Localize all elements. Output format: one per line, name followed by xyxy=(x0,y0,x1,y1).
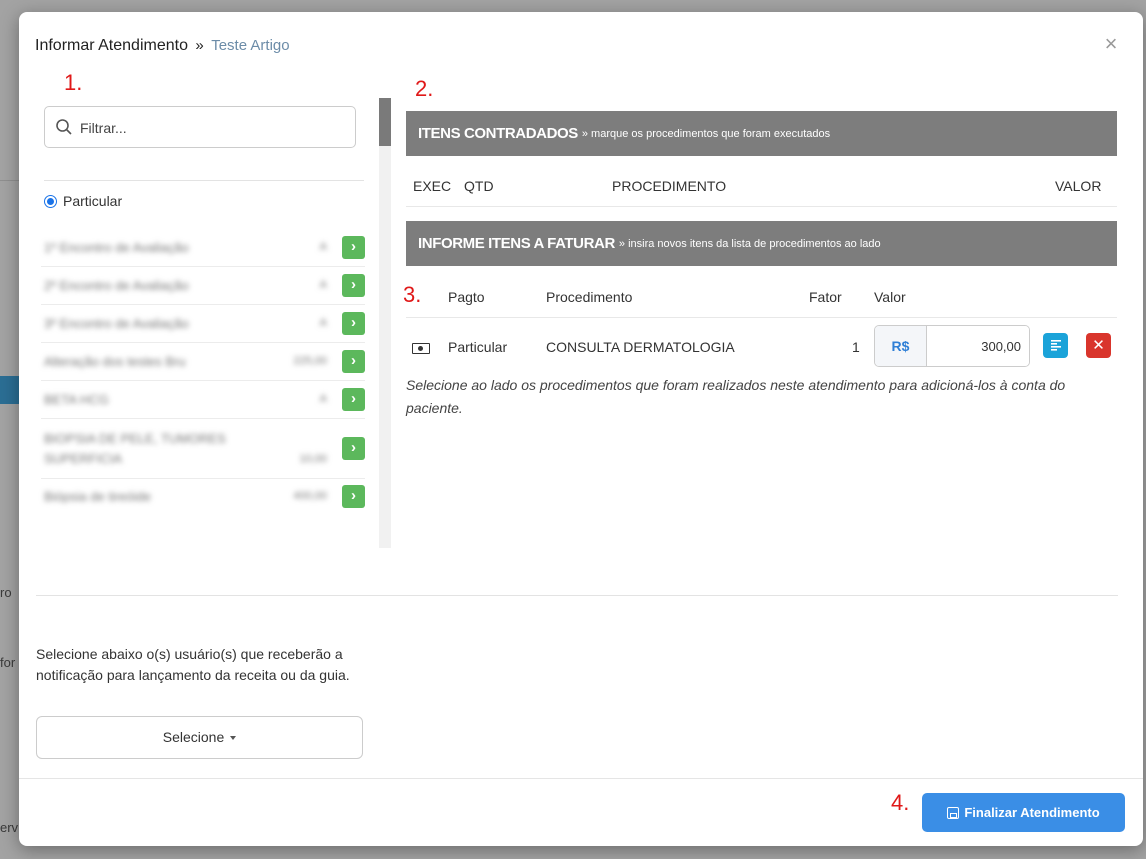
notes-button[interactable] xyxy=(1043,333,1068,358)
align-left-icon xyxy=(1050,340,1061,351)
add-procedure-button[interactable]: › xyxy=(342,350,365,373)
header-valor-billing: Valor xyxy=(874,289,906,305)
billing-items-note: » insira novos itens da lista de procedi… xyxy=(618,237,881,250)
value-input[interactable] xyxy=(928,326,1029,366)
header-procedimento-billing: Procedimento xyxy=(546,289,633,305)
header-qtd: QTD xyxy=(464,178,494,194)
marker-2: 2. xyxy=(415,76,434,101)
list-item: BIOPSIA DE PELE, TUMORES SUPERFICIA 10,0… xyxy=(41,419,365,479)
select-users-label: Selecione xyxy=(162,729,225,745)
marker-3: 3. xyxy=(403,282,422,307)
notification-instructions: Selecione abaixo o(s) usuário(s) que rec… xyxy=(36,646,350,683)
filter-field xyxy=(44,106,356,148)
list-item: 1º Encontro de Avaliação A › xyxy=(41,229,365,267)
procedure-price: A xyxy=(319,279,327,291)
add-procedure-button[interactable]: › xyxy=(342,437,365,460)
modal-title-text: Informar Atendimento xyxy=(35,37,188,54)
billing-items-bar: INFORME ITENS A FATURAR » insira novos i… xyxy=(406,221,1117,266)
procedure-list: 1º Encontro de Avaliação A › 2º Encontro… xyxy=(41,229,365,515)
table-divider xyxy=(406,317,1117,318)
section-divider xyxy=(36,595,1118,596)
procedure-name: Alteração dos testes Bru xyxy=(44,354,186,369)
header-procedimento: PROCEDIMENTO xyxy=(612,178,727,194)
modal-header: Informar Atendimento » Teste Artigo × xyxy=(19,12,1143,82)
background-divider xyxy=(0,180,20,181)
add-procedure-button[interactable]: › xyxy=(342,485,365,508)
header-fator: Fator xyxy=(809,289,842,305)
add-procedure-button[interactable]: › xyxy=(342,312,365,335)
procedure-price: A xyxy=(319,241,327,253)
radio-selected-icon[interactable] xyxy=(44,194,57,208)
procedure-name: BIOPSIA DE PELE, TUMORES SUPERFICIA xyxy=(44,431,226,466)
modal-subtitle: Teste Artigo xyxy=(211,37,290,54)
procedure-price: 225,00 xyxy=(293,355,327,367)
select-users-dropdown[interactable]: Selecione xyxy=(36,716,363,759)
radio-particular[interactable]: Particular xyxy=(44,193,122,209)
search-icon xyxy=(56,119,72,135)
background-fragment: for xyxy=(0,655,16,670)
close-icon: ✕ xyxy=(1092,337,1105,354)
radio-label: Particular xyxy=(63,193,123,209)
billing-items-title: INFORME ITENS A FATURAR xyxy=(418,235,615,252)
row-procedure: CONSULTA DERMATOLOGIA xyxy=(546,339,735,355)
contracted-items-bar: ITENS CONTRADADOS » marque os procedimen… xyxy=(406,111,1117,156)
currency-prefix: R$ xyxy=(875,326,927,366)
procedure-name: Biópsia de tireóide xyxy=(44,489,151,504)
contracted-items-title: ITENS CONTRADADOS xyxy=(418,125,578,142)
row-factor: 1 xyxy=(852,339,860,355)
value-field: R$ xyxy=(874,325,1030,367)
list-item: BETA HCG A › xyxy=(41,381,365,419)
finish-attendance-label: Finalizar Atendimento xyxy=(964,805,1100,820)
background-highlight xyxy=(0,376,20,404)
instruction-hint: Selecione ao lado os procedimentos que f… xyxy=(406,377,1066,416)
list-item: 2º Encontro de Avaliação A › xyxy=(41,267,365,305)
procedure-name: BETA HCG xyxy=(44,392,109,407)
procedure-name: 3º Encontro de Avaliação xyxy=(44,316,189,331)
marker-4: 4. xyxy=(891,790,910,815)
contracted-items-note: » marque os procedimentos que foram exec… xyxy=(581,127,831,140)
list-scrollbar-thumb[interactable] xyxy=(379,98,391,146)
marker-1: 1. xyxy=(64,70,83,95)
add-procedure-button[interactable]: › xyxy=(342,388,365,411)
procedure-price: 400,00 xyxy=(293,490,327,502)
list-item: 3º Encontro de Avaliação A › xyxy=(41,305,365,343)
title-separator: » xyxy=(195,37,204,54)
row-payment: Particular xyxy=(448,339,508,355)
background-fragment: erv xyxy=(0,820,19,835)
save-icon xyxy=(947,806,960,819)
close-icon[interactable]: × xyxy=(1101,33,1121,55)
header-pagto: Pagto xyxy=(448,289,485,305)
header-valor: VALOR xyxy=(1055,178,1102,194)
header-exec: EXEC xyxy=(413,178,452,194)
procedure-price: A xyxy=(319,317,327,329)
list-item: Alteração dos testes Bru 225,00 › xyxy=(41,343,365,381)
procedure-price: 10,00 xyxy=(299,453,327,465)
list-item: Biópsia de tireóide 400,00 › xyxy=(41,479,365,515)
footer-divider xyxy=(19,778,1143,779)
list-scrollbar-track[interactable] xyxy=(379,98,391,548)
table-divider xyxy=(406,206,1117,207)
money-icon xyxy=(412,343,430,354)
filter-divider xyxy=(44,180,364,181)
background-fragment: ro xyxy=(0,585,12,600)
caret-down-icon xyxy=(230,736,237,741)
procedure-name: 2º Encontro de Avaliação xyxy=(44,278,189,293)
remove-item-button[interactable]: ✕ xyxy=(1086,333,1111,358)
finish-attendance-button[interactable]: Finalizar Atendimento xyxy=(922,793,1125,832)
procedure-price: A xyxy=(319,393,327,405)
add-procedure-button[interactable]: › xyxy=(342,236,365,259)
procedure-name: 1º Encontro de Avaliação xyxy=(44,240,189,255)
add-procedure-button[interactable]: › xyxy=(342,274,365,297)
filter-input[interactable] xyxy=(78,115,338,141)
informar-atendimento-modal: Informar Atendimento » Teste Artigo × 1.… xyxy=(19,12,1143,846)
modal-title: Informar Atendimento » Teste Artigo xyxy=(35,37,290,55)
